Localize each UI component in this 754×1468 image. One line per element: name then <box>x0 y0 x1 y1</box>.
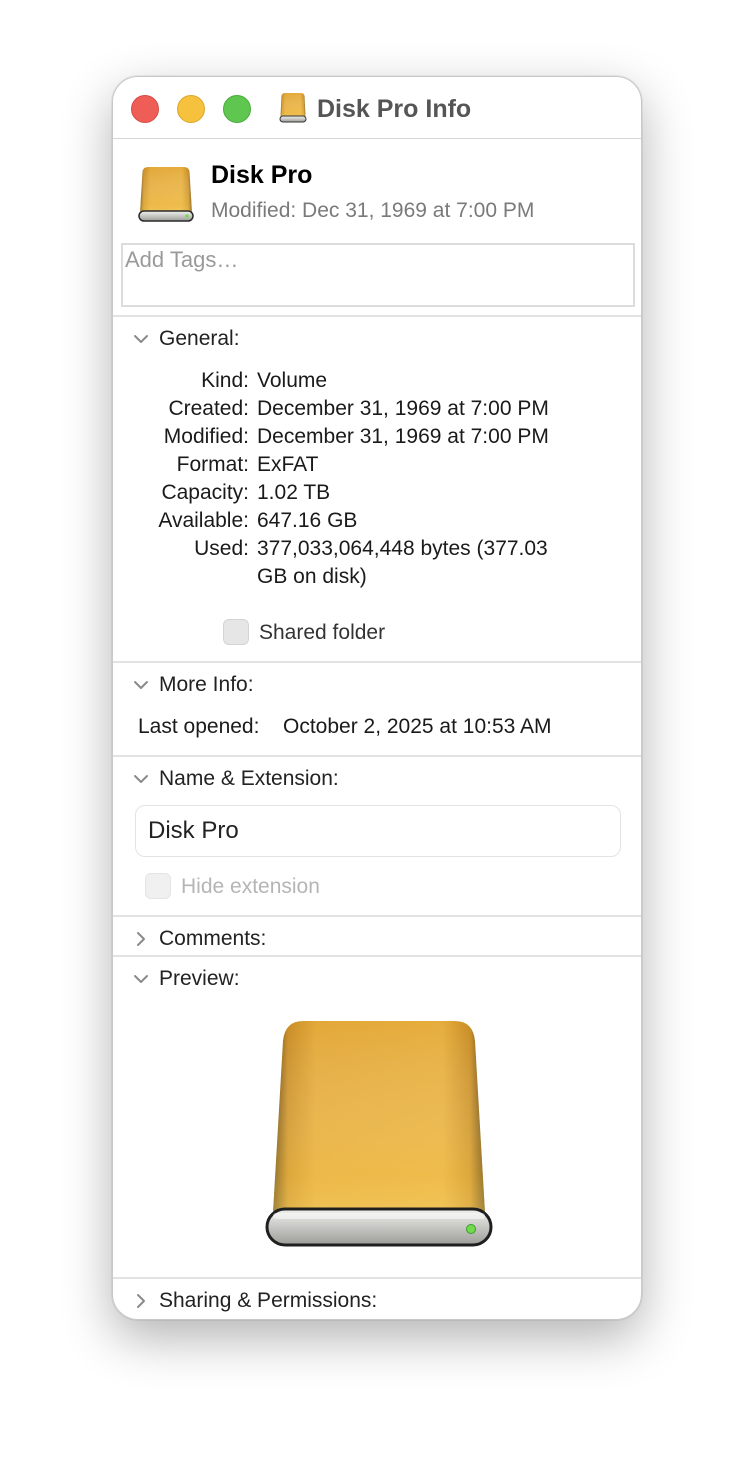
last-opened-label: Last opened: <box>138 715 260 738</box>
info-row-kind: Kind: Volume <box>113 369 641 397</box>
section-divider <box>113 755 641 757</box>
chevron-down-icon <box>134 681 148 689</box>
shared-folder-label: Shared folder <box>259 621 386 644</box>
section-divider <box>113 315 641 317</box>
more-info-section-toggle[interactable]: More Info: <box>131 671 254 699</box>
info-label: Modified: <box>163 425 249 448</box>
minimize-window-button[interactable] <box>177 95 205 123</box>
preview-section-title: Preview: <box>159 967 240 990</box>
section-divider <box>113 661 641 663</box>
info-value: ExFAT <box>257 453 319 476</box>
info-value: 377,033,064,448 bytes (377.03 <box>257 537 548 560</box>
shared-folder-checkbox[interactable] <box>223 619 249 645</box>
tags-input[interactable] <box>121 243 635 307</box>
info-value: December 31, 1969 at 7:00 PM <box>257 425 549 448</box>
comments-section-title: Comments: <box>159 927 267 950</box>
name-extension-section-title: Name & Extension: <box>159 767 339 790</box>
last-opened-value: October 2, 2025 at 10:53 AM <box>283 715 552 738</box>
sharing-permissions-section-title: Sharing & Permissions: <box>159 1289 378 1312</box>
zoom-window-button[interactable] <box>223 95 251 123</box>
external-drive-icon <box>279 93 307 123</box>
hide-extension-label: Hide extension <box>181 875 320 898</box>
section-divider <box>113 915 641 917</box>
comments-section-toggle[interactable]: Comments: <box>131 925 266 953</box>
info-value: December 31, 1969 at 7:00 PM <box>257 397 549 420</box>
info-value: 647.16 GB <box>257 509 358 532</box>
info-label: Capacity: <box>161 481 249 504</box>
info-label: Format: <box>176 453 249 476</box>
info-row-capacity: Capacity: 1.02 TB <box>113 481 641 509</box>
get-info-window: Disk Pro Info Disk Pro Modified: Dec 31,… <box>112 76 642 1320</box>
info-row-format: Format: ExFAT <box>113 453 641 481</box>
section-divider <box>113 955 641 957</box>
info-label: Used: <box>194 537 249 560</box>
chevron-down-icon <box>134 775 148 783</box>
chevron-right-icon <box>137 932 145 946</box>
info-value-continued: GB on disk) <box>257 565 367 588</box>
info-value: 1.02 TB <box>257 481 331 504</box>
info-label: Created: <box>168 397 249 420</box>
drive-preview-image <box>265 1021 493 1247</box>
sharing-permissions-section-toggle[interactable]: Sharing & Permissions: <box>131 1287 377 1315</box>
external-drive-icon <box>138 167 194 222</box>
chevron-right-icon <box>137 1294 145 1308</box>
more-info-section-title: More Info: <box>159 673 254 696</box>
close-window-button[interactable] <box>131 95 159 123</box>
section-divider <box>113 1277 641 1279</box>
info-value: Volume <box>257 369 328 392</box>
window-title: Disk Pro Info <box>317 95 472 123</box>
chevron-down-icon <box>134 975 148 983</box>
name-extension-section-toggle[interactable]: Name & Extension: <box>131 765 339 793</box>
general-section-title: General: <box>159 327 240 350</box>
general-section-toggle[interactable]: General: <box>131 325 240 353</box>
info-row-modified: Modified: December 31, 1969 at 7:00 PM <box>113 425 641 453</box>
title-bar: Disk Pro Info <box>113 77 641 139</box>
preview-section-toggle[interactable]: Preview: <box>131 965 240 993</box>
info-label: Available: <box>158 509 249 532</box>
file-name: Disk Pro <box>211 161 313 189</box>
info-row-available: Available: 647.16 GB <box>113 509 641 537</box>
file-modified-date: Modified: Dec 31, 1969 at 7:00 PM <box>211 199 535 222</box>
hide-extension-checkbox[interactable] <box>145 873 171 899</box>
info-row-created: Created: December 31, 1969 at 7:00 PM <box>113 397 641 425</box>
info-row-used: Used: 377,033,064,448 bytes (377.03 GB o… <box>113 537 641 593</box>
info-label: Kind: <box>201 369 249 392</box>
name-input[interactable] <box>135 805 621 857</box>
chevron-down-icon <box>134 335 148 343</box>
